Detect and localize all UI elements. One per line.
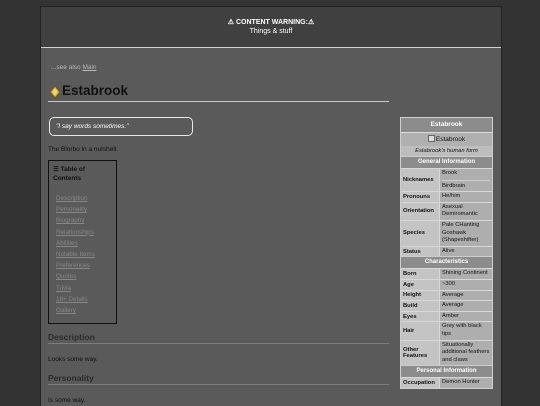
toc-link-gallery[interactable]: Gallery — [56, 305, 95, 316]
infobox-key: Occupation — [401, 378, 439, 388]
infobox-section-heading: Personal Information — [401, 365, 492, 378]
infobox-row-other-features: Other Features Situationally additional f… — [401, 339, 492, 366]
infobox-row-born: Born Shining Continent — [401, 268, 492, 279]
infobox-value: He/him — [439, 192, 492, 202]
infobox-key: Orientation — [401, 202, 439, 220]
infobox-key: Born — [401, 269, 439, 279]
infobox-value: Demon Hunter — [439, 378, 492, 388]
infobox-value: Average — [439, 290, 492, 301]
infobox-key: Hair — [401, 322, 439, 340]
see-also-prefix: ...see also — [51, 64, 81, 71]
toc-link-description[interactable]: Description — [56, 193, 95, 204]
toc-link-trivia[interactable]: Trivia — [56, 283, 95, 294]
infobox-value: Average — [439, 301, 492, 311]
infobox-key: Height — [401, 290, 439, 301]
content-warning-title: ⚠ CONTENT WARNING:⚠ — [227, 19, 315, 26]
section-heading-description: Description — [48, 332, 389, 344]
infobox-row-species: Species Pale CHanting Goshawk (Shapeshift… — [401, 219, 492, 246]
toc-link-quotes[interactable]: Quotes — [56, 271, 95, 282]
infobox-value-text: Brook — [442, 170, 458, 176]
infobox-value-text: Situationally additional feathers and cl… — [442, 341, 490, 363]
infobox-value: Situationally additional feathers and cl… — [439, 340, 492, 366]
infobox-row-occupation: Occupation Demon Hunter — [401, 377, 492, 388]
infobox-value-text: Average — [442, 302, 464, 309]
infobox-value: ~300 — [439, 279, 492, 290]
section-text-personality: Is some way. — [48, 397, 86, 404]
infobox-key: Eyes — [401, 311, 439, 322]
infobox-value-text: Shining Continent — [442, 270, 488, 277]
table-of-contents: ☰ Table of Contents Description Personali… — [48, 160, 117, 324]
infobox-value-text: Grey with black tips — [442, 323, 482, 337]
compass-logo-icon — [49, 85, 61, 103]
infobox-value-text: Pale CHanting Goshawk (Shapeshifter) — [442, 221, 480, 244]
infobox-value-text: Average — [442, 291, 464, 298]
toc-link-relationships[interactable]: Relationships — [56, 227, 95, 238]
page-title-bar: Estabrook — [48, 82, 389, 102]
broken-image-icon — [427, 135, 435, 142]
infobox-caption: Estabrook's human form — [401, 146, 492, 156]
infobox-value-text: Alive — [442, 247, 455, 254]
infobox-row-build: Build Average — [401, 300, 492, 311]
infobox-key: Build — [401, 301, 439, 311]
infobox-row-hair: Hair Grey with black tips — [401, 321, 492, 340]
infobox-key: Age — [401, 279, 439, 290]
infobox-image-alt: Estabrook — [435, 136, 466, 143]
intro-text: The Blorbo in a nutshell. — [48, 146, 119, 153]
content-warning-banner: ⚠ CONTENT WARNING:⚠ Things & stuff — [41, 7, 501, 48]
infobox-value-text: Birdbrain — [442, 182, 466, 189]
toc-link-personality[interactable]: Personality — [56, 204, 95, 215]
value-divider — [442, 179, 490, 181]
infobox-section-heading: Characteristics — [401, 256, 492, 269]
toc-link-notable-items[interactable]: Notable Items — [56, 249, 95, 260]
infobox-title: Estabrook — [401, 118, 492, 132]
infobox-value-text: Amber — [442, 312, 460, 319]
quote-box: "I say words sometimes." — [49, 117, 193, 136]
character-infobox: Estabrook Estabrook Estabrook's human fo… — [400, 117, 493, 389]
toc-link-preferences[interactable]: Preferences — [56, 260, 95, 271]
infobox-key: Nicknames — [401, 169, 439, 192]
section-text-description: Looks some way. — [48, 356, 98, 363]
infobox-value: Amber — [439, 311, 492, 322]
infobox-key: Other Features — [401, 340, 439, 366]
page-title: Estabrook — [62, 83, 129, 98]
toc-list: Description Personality Biography Relations… — [56, 193, 95, 316]
see-also-note: ...see also Main — [51, 64, 97, 71]
infobox-section-heading: General Information — [401, 156, 492, 168]
infobox-row-status: Status Alive — [401, 245, 492, 257]
infobox-key: Pronouns — [401, 192, 439, 202]
wiki-page: ⚠ CONTENT WARNING:⚠ Things & stuff ...se… — [40, 6, 502, 406]
infobox-row-nicknames: Nicknames Brook Birdbrain — [401, 168, 492, 192]
see-also-main-link[interactable]: Main — [82, 64, 96, 71]
infobox-key: Status — [401, 246, 439, 257]
infobox-value-text: ~300 — [442, 280, 456, 287]
toc-link-abilities[interactable]: Abilities — [56, 238, 95, 249]
infobox-value: Asexual Demiromantic — [439, 202, 492, 220]
infobox-row-eyes: Eyes Amber — [401, 310, 492, 322]
infobox-value-text: Demon Hunter — [442, 379, 480, 386]
infobox-value-text: Asexual Demiromantic — [442, 203, 478, 218]
infobox-image: Estabrook — [401, 132, 492, 146]
infobox-row-height: Height Average — [401, 289, 492, 301]
section-heading-personality: Personality — [48, 373, 389, 385]
infobox-key: Species — [401, 220, 439, 246]
infobox-row-age: Age ~300 — [401, 278, 492, 290]
infobox-value: Brook Birdbrain — [439, 169, 492, 192]
infobox-value: Alive — [439, 246, 492, 257]
content-warning-subtitle: Things & stuff — [249, 28, 293, 35]
infobox-value: Grey with black tips — [439, 322, 492, 340]
toc-link-18-details[interactable]: 18+ Details — [56, 294, 95, 305]
infobox-row-pronouns: Pronouns He/him — [401, 191, 492, 202]
infobox-row-orientation: Orientation Asexual Demiromantic — [401, 201, 492, 220]
infobox-value: Pale CHanting Goshawk (Shapeshifter) — [439, 220, 492, 246]
infobox-groups: General Information Nicknames Brook Birdbra… — [401, 156, 492, 388]
toc-link-biography[interactable]: Biography — [56, 215, 95, 226]
infobox-value-text: He/him — [442, 193, 461, 200]
toc-heading: ☰ Table of Contents — [53, 166, 86, 182]
infobox-value: Shining Continent — [439, 269, 492, 279]
